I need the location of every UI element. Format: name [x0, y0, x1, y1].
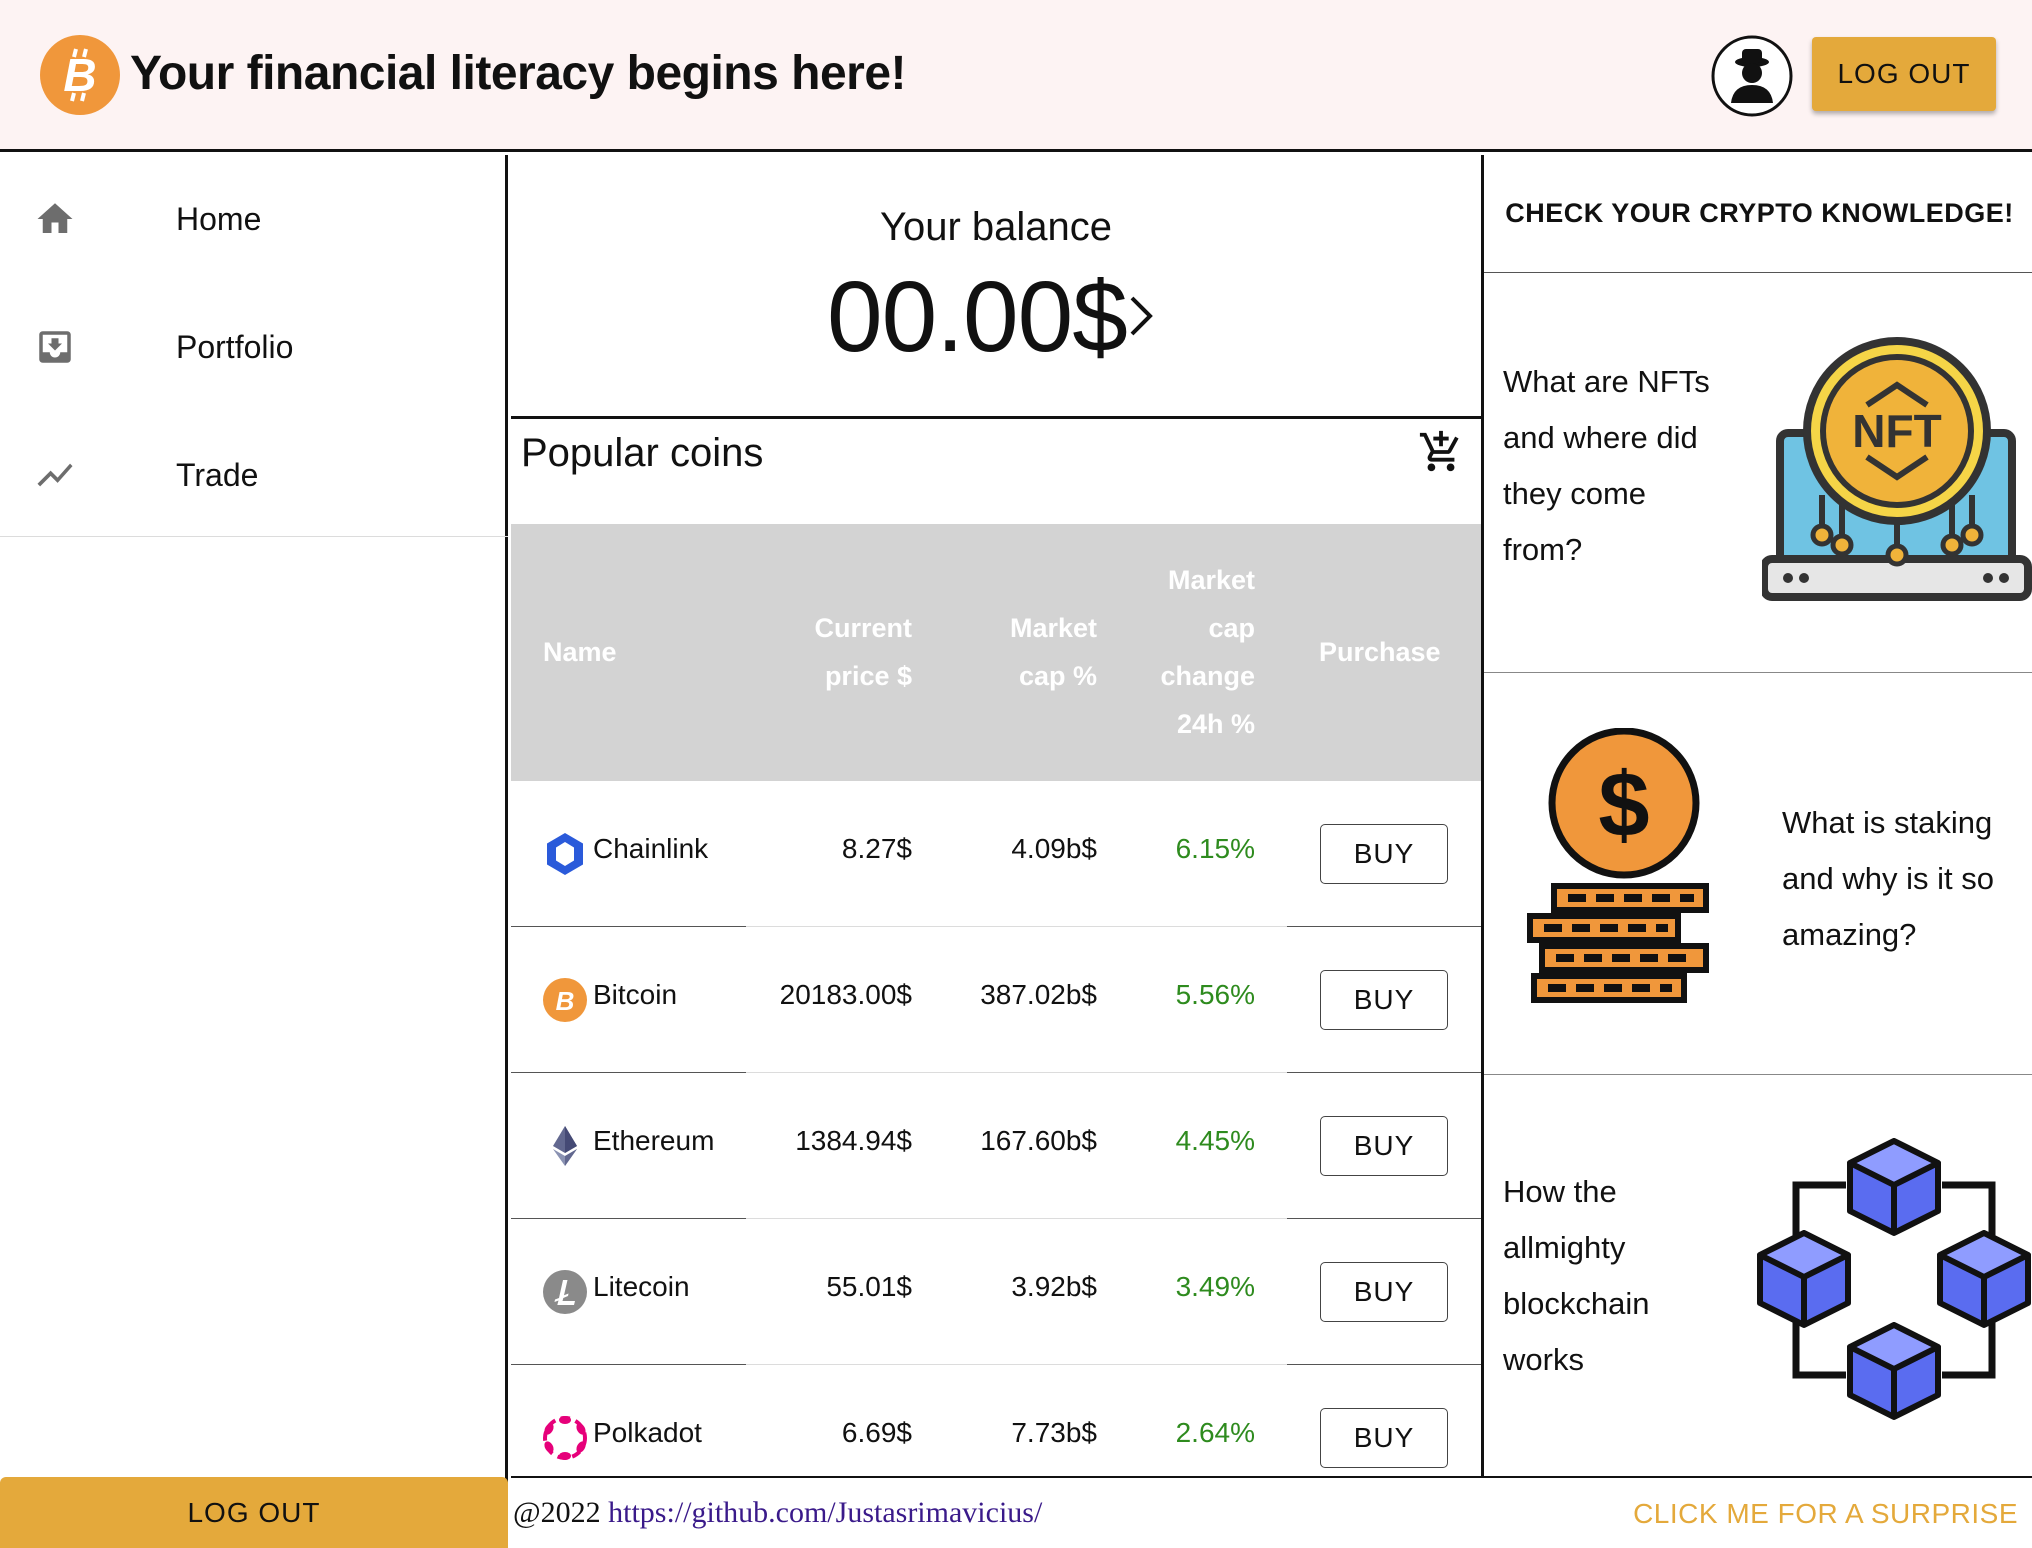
table-row: B Bitcoin 20183.00$ 387.02b$ 5.56% BUY	[511, 927, 1481, 1073]
sidebar-item-portfolio[interactable]: Portfolio	[0, 283, 505, 411]
sidebar-item-label: Portfolio	[176, 328, 294, 365]
blockchain-illustration-icon	[1757, 1138, 2031, 1420]
buy-button[interactable]: BUY	[1320, 824, 1448, 884]
knowledge-card-nft[interactable]: What are NFTs and where did they come fr…	[1484, 273, 2032, 673]
sidebar-item-trade[interactable]: Trade	[0, 411, 505, 539]
chainlink-icon	[547, 833, 583, 875]
copyright: @2022 https://github.com/Justasrimaviciu…	[513, 1496, 1042, 1530]
footer: @2022 https://github.com/Justasrimaviciu…	[511, 1476, 2032, 1548]
coin-market-cap: 4.09b$	[1011, 833, 1097, 864]
coin-price: 1384.94$	[795, 1125, 912, 1156]
balance-value: 00.00$	[827, 261, 1128, 373]
app-header: B Your financial literacy begins here! L…	[0, 0, 2032, 152]
svg-text:B: B	[556, 986, 575, 1016]
coin-price: 55.01$	[826, 1271, 912, 1302]
coin-market-cap: 7.73b$	[1011, 1417, 1097, 1448]
sidebar-item-label: Trade	[176, 456, 259, 493]
coin-cap-change: 6.15%	[1175, 833, 1255, 864]
coin-market-cap: 3.92b$	[1011, 1271, 1097, 1302]
buy-button[interactable]: BUY	[1320, 970, 1448, 1030]
table-row: Litecoin 55.01$ 3.92b$ 3.49% BUY	[511, 1219, 1481, 1365]
coin-name: Chainlink	[593, 833, 709, 864]
coin-market-cap: 167.60b$	[980, 1125, 1097, 1156]
balance-label: Your balance	[879, 205, 1113, 249]
github-link[interactable]: https://github.com/Justasrimavicius/	[608, 1496, 1042, 1529]
knowledge-card-blockchain[interactable]: How the allmighty blockchain works	[1484, 1075, 2032, 1476]
copyright-text: @2022	[513, 1496, 609, 1529]
coin-price: 6.69$	[841, 1417, 912, 1448]
trending-up-icon	[37, 463, 73, 487]
table-row: Chainlink 8.27$ 4.09b$ 6.15% BUY	[511, 781, 1481, 927]
sidebar-item-home[interactable]: Home	[0, 155, 505, 283]
coin-price: 20183.00$	[779, 979, 912, 1010]
nft-illustration-icon: NFT	[1762, 337, 2032, 601]
coin-cap-change: 5.56%	[1175, 979, 1255, 1010]
balance-panel: Your balance 00.00$	[511, 155, 1481, 419]
knowledge-card-staking[interactable]: $ What is staking and why is it so amazi…	[1484, 673, 2032, 1075]
table-row: Ethereum 1384.94$ 167.60b$ 4.45% BUY	[511, 1073, 1481, 1219]
user-avatar-icon[interactable]	[1711, 35, 1793, 117]
add-shopping-cart-icon[interactable]	[1418, 429, 1464, 475]
coin-name: Bitcoin	[593, 979, 678, 1010]
surprise-link[interactable]: CLICK ME FOR A SURPRISE	[1633, 1498, 2018, 1530]
buy-button[interactable]: BUY	[1320, 1408, 1448, 1468]
crypto-knowledge-header: CHECK YOUR CRYPTO KNOWLEDGE!	[1484, 155, 2032, 273]
knowledge-card-text: What is staking and why is it so amazing…	[1782, 805, 1994, 952]
svg-text:$: $	[1598, 754, 1649, 856]
sidebar-item-label: Home	[176, 200, 262, 237]
inbox-icon	[39, 331, 71, 363]
column-header-cap-change: Market cap change 24h %	[1160, 565, 1255, 739]
coin-name: Polkadot	[593, 1417, 702, 1448]
bitcoin-logo-icon: B	[40, 35, 120, 115]
logout-button-header[interactable]: LOG OUT	[1812, 37, 1996, 111]
coin-stack-illustration-icon: $	[1527, 728, 1709, 1003]
knowledge-card-text: What are NFTs and where did they come fr…	[1503, 364, 1710, 567]
coin-price: 8.27$	[841, 833, 912, 864]
coin-market-cap: 387.02b$	[980, 979, 1097, 1010]
home-icon	[37, 203, 73, 233]
column-header-price: Current price $	[814, 613, 912, 691]
coin-name: Litecoin	[593, 1271, 690, 1302]
app-title: Your financial literacy begins here!	[130, 47, 907, 100]
buy-button[interactable]: BUY	[1320, 1116, 1448, 1176]
litecoin-icon	[543, 1270, 587, 1314]
svg-text:NFT: NFT	[1852, 405, 1941, 457]
logout-button-sidebar[interactable]: LOG OUT	[0, 1477, 508, 1548]
coin-cap-change: 2.64%	[1175, 1417, 1255, 1448]
knowledge-card-text: How the allmighty blockchain works	[1503, 1174, 1650, 1377]
column-header-market-cap: Market cap %	[1009, 613, 1097, 691]
sidebar: Home Portfolio Trade LOG OUT	[0, 155, 508, 1548]
column-header-purchase: Purchase	[1319, 637, 1441, 667]
ethereum-icon	[553, 1126, 577, 1166]
chevron-right-icon[interactable]	[1126, 292, 1156, 340]
coin-cap-change: 3.49%	[1175, 1271, 1255, 1302]
svg-text:B: B	[63, 49, 96, 101]
sidebar-nav: Home Portfolio Trade	[0, 155, 508, 537]
popular-coins-panel: Popular coins Name Current price $ Marke…	[511, 419, 1481, 1476]
popular-coins-title: Popular coins	[521, 431, 764, 475]
coin-cap-change: 4.45%	[1175, 1125, 1255, 1156]
coin-name: Ethereum	[593, 1125, 715, 1156]
bitcoin-icon: B	[543, 978, 587, 1022]
buy-button[interactable]: BUY	[1320, 1262, 1448, 1322]
table-row: Polkadot 6.69$ 7.73b$ 2.64% BUY	[511, 1365, 1481, 1476]
coins-table-header: Name Current price $ Market cap % Market…	[511, 524, 1481, 781]
column-header-name: Name	[543, 637, 617, 667]
polkadot-icon	[543, 1416, 587, 1460]
crypto-knowledge-panel: CHECK YOUR CRYPTO KNOWLEDGE! What are NF…	[1481, 155, 2032, 1476]
